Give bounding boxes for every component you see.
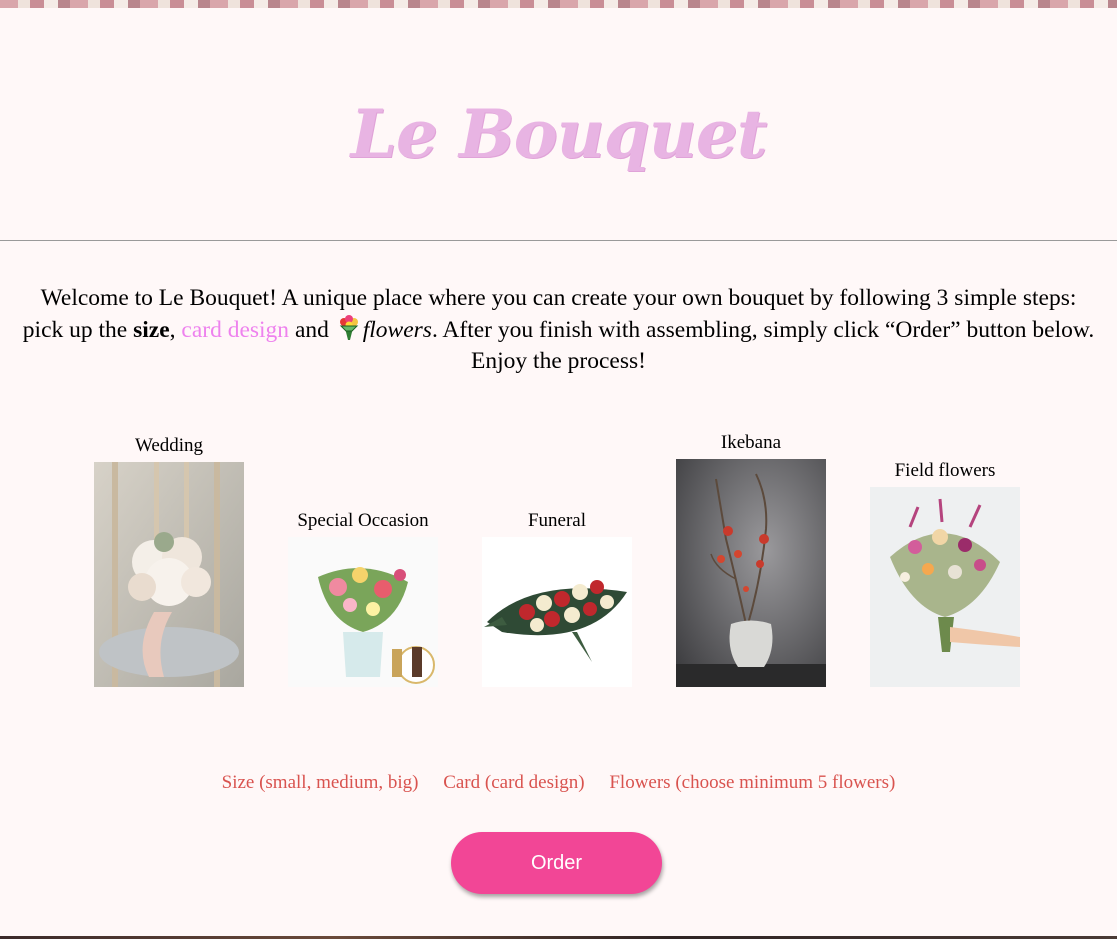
category-label-funeral: Funeral — [527, 510, 587, 531]
intro-pick-prefix: pick up the — [22, 317, 134, 343]
intro-flowers-keyword: flowers — [362, 317, 432, 343]
ikebana-image[interactable] — [676, 459, 826, 687]
funeral-bouquet-image[interactable] — [482, 537, 632, 687]
step-size-link[interactable]: Size (small, medium, big) — [222, 772, 419, 793]
category-ikebana[interactable]: Ikebana — [676, 431, 826, 687]
category-funeral[interactable]: Funeral — [482, 509, 632, 687]
step-flowers-link[interactable]: Flowers (choose minimum 5 flowers) — [609, 772, 895, 793]
order-button[interactable]: Order — [451, 832, 662, 894]
category-special-occasion[interactable]: Special Occasion — [288, 509, 438, 687]
intro-rest: . After you finish with assembling, simp… — [431, 317, 1095, 374]
category-label-wedding: Wedding — [134, 435, 204, 456]
wedding-bouquet-image[interactable] — [94, 462, 244, 687]
intro-size-keyword: size — [133, 317, 170, 343]
bouquet-icon — [335, 314, 363, 342]
intro-and: and — [289, 317, 335, 343]
intro-comma: , — [169, 317, 182, 343]
step-card-link[interactable]: Card (card design) — [443, 772, 584, 793]
category-field-flowers[interactable]: Field flowers — [870, 459, 1020, 687]
card-design-link[interactable]: card design — [181, 317, 289, 343]
category-wedding[interactable]: Wedding — [94, 434, 244, 687]
steps-nav: Size (small, medium, big) Card (card des… — [0, 772, 1117, 794]
header-floral-banner — [0, 0, 1117, 8]
header-divider — [0, 240, 1117, 241]
field-flowers-image[interactable] — [870, 487, 1020, 687]
intro-line-1: Welcome to Le Bouquet! A unique place wh… — [40, 285, 1077, 311]
category-label-field-flowers: Field flowers — [894, 460, 996, 481]
intro-text: Welcome to Le Bouquet! A unique place wh… — [0, 283, 1117, 377]
site-title: Le Bouquet — [350, 95, 768, 173]
category-label-special-occasion: Special Occasion — [297, 510, 429, 531]
category-label-ikebana: Ikebana — [720, 432, 782, 453]
special-occasion-bouquet-image[interactable] — [288, 537, 438, 687]
